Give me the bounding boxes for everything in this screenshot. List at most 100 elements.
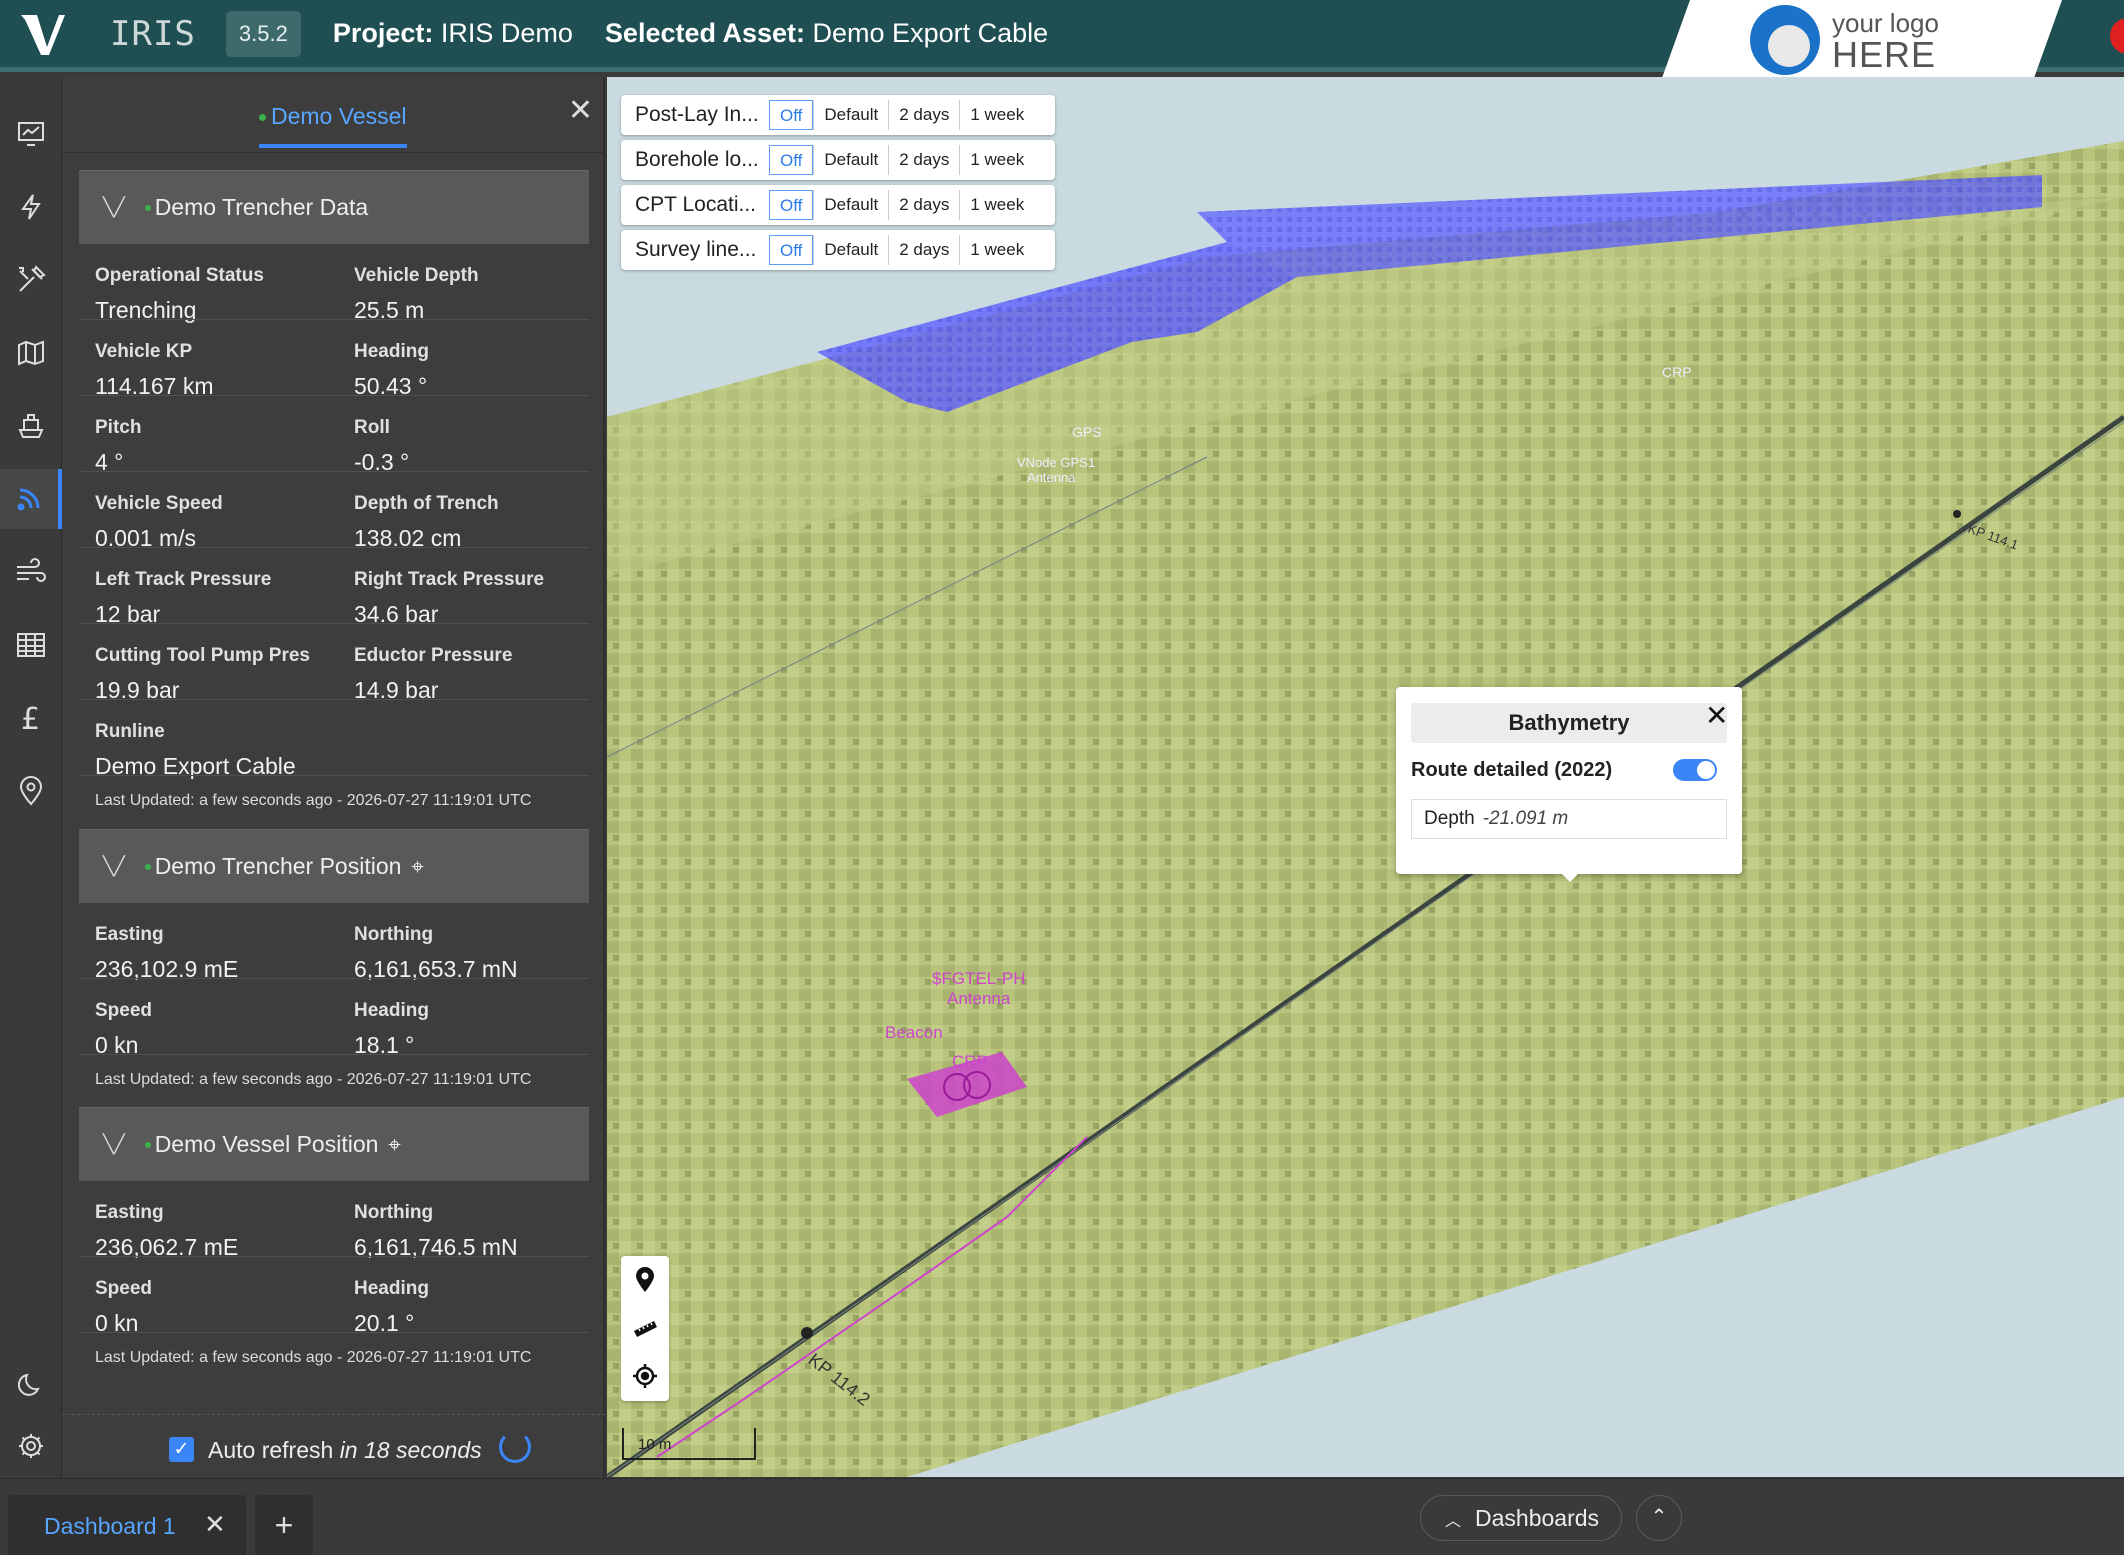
layer-option-default[interactable]: Default xyxy=(813,235,888,265)
table-icon[interactable] xyxy=(0,615,62,675)
layer-toggle[interactable] xyxy=(1673,759,1717,781)
field-label: Northing xyxy=(354,1202,434,1223)
locate-icon[interactable] xyxy=(621,1352,669,1400)
brand-logo: your logo HERE xyxy=(1662,0,2062,78)
field-label: Roll xyxy=(354,417,390,438)
layer-option-2-days[interactable]: 2 days xyxy=(888,235,959,265)
popup-layer-name: Route detailed (2022) xyxy=(1411,759,1613,781)
refresh-icon[interactable] xyxy=(499,1431,531,1463)
double-chevron-up-icon[interactable]: ⌃ xyxy=(1636,1495,1682,1541)
field-right-track-pressure: Right Track Pressure 34.6 bar xyxy=(354,569,604,628)
brand-logo-icon xyxy=(1750,5,1820,75)
layer-option-1-week[interactable]: 1 week xyxy=(959,235,1034,265)
layer-control-post-lay: Post-Lay In... Off Default 2 days 1 week xyxy=(621,95,1055,135)
map-icon[interactable] xyxy=(0,323,62,383)
version-badge: 3.5.2 xyxy=(225,10,301,57)
field-label: Vehicle Depth xyxy=(354,265,479,286)
layer-option-off[interactable]: Off xyxy=(769,190,814,220)
add-tab-button[interactable]: + xyxy=(255,1495,313,1555)
auto-refresh-countdown: in 18 seconds xyxy=(339,1437,482,1463)
map-pin-icon[interactable] xyxy=(621,1256,669,1304)
field-cutting-tool-pump-pressure: Cutting Tool Pump Pres 19.9 bar xyxy=(95,645,345,704)
layer-option-off[interactable]: Off xyxy=(769,235,814,265)
last-updated: Last Updated: a few seconds ago - 2026-0… xyxy=(95,1349,532,1366)
divider xyxy=(79,1256,589,1257)
project-title: Project: IRIS Demo xyxy=(333,18,573,49)
auto-refresh: ✓ Auto refresh in 18 seconds xyxy=(62,1414,605,1482)
depth-row: Depth -21.091 m xyxy=(1411,799,1727,839)
layer-option-1-week[interactable]: 1 week xyxy=(959,100,1034,130)
status-dot xyxy=(144,204,151,211)
ruler-icon[interactable] xyxy=(621,1304,669,1352)
crosshair-icon[interactable]: ⌖ xyxy=(411,854,423,880)
field-label: Speed xyxy=(95,1278,153,1299)
popup-pointer xyxy=(1560,872,1580,882)
field-label: Operational Status xyxy=(95,265,264,286)
close-icon[interactable]: ✕ xyxy=(568,93,593,128)
close-icon[interactable]: ✕ xyxy=(204,1509,226,1540)
layer-control-survey-line: Survey line... Off Default 2 days 1 week xyxy=(621,230,1055,270)
layer-option-off[interactable]: Off xyxy=(769,145,814,175)
tools-icon[interactable] xyxy=(0,250,62,310)
ship-icon[interactable] xyxy=(0,396,62,456)
location-pin-icon[interactable] xyxy=(0,761,62,821)
layer-option-2-days[interactable]: 2 days xyxy=(888,190,959,220)
field-operational-status: Operational Status Trenching xyxy=(95,265,345,324)
status-dot xyxy=(144,863,151,870)
field-label: Heading xyxy=(354,1278,429,1299)
tab-demo-vessel[interactable]: Demo Vessel xyxy=(259,103,407,148)
section-title: Demo Trencher Position xyxy=(154,853,402,879)
section-header-vessel-position[interactable]: ╲╱ Demo Vessel Position ⌖ xyxy=(79,1107,589,1181)
crosshair-icon[interactable]: ⌖ xyxy=(388,1132,400,1158)
field-label: Northing xyxy=(354,924,434,945)
divider xyxy=(79,1332,589,1333)
layer-option-1-week[interactable]: 1 week xyxy=(959,190,1034,220)
field-eductor-pressure: Eductor Pressure 14.9 bar xyxy=(354,645,604,704)
map-view[interactable]: CRP GPS VNode GPS1 Antenna KP 114.1 $FGT… xyxy=(607,77,2124,1477)
wind-icon[interactable] xyxy=(0,542,62,602)
field-label: Easting xyxy=(95,924,164,945)
asset-label: Selected Asset: xyxy=(604,18,806,48)
layer-option-2-days[interactable]: 2 days xyxy=(888,145,959,175)
app-logo-icon[interactable] xyxy=(14,4,74,64)
layer-option-2-days[interactable]: 2 days xyxy=(888,100,959,130)
status-dot xyxy=(144,1141,151,1148)
dashboards-button[interactable]: ︿ Dashboards xyxy=(1420,1495,1622,1541)
layer-name: CPT Locati... xyxy=(635,193,756,216)
asset-value: Demo Export Cable xyxy=(812,18,1049,48)
chevron-down-icon: ╲╱ xyxy=(103,856,125,876)
close-icon[interactable]: ✕ xyxy=(1705,699,1728,732)
layer-option-default[interactable]: Default xyxy=(813,190,888,220)
dashboard-icon[interactable] xyxy=(0,104,62,164)
layer-option-default[interactable]: Default xyxy=(813,145,888,175)
field-label: Right Track Pressure xyxy=(354,569,545,590)
auto-refresh-checkbox[interactable]: ✓ xyxy=(169,1437,194,1462)
tab-label: Dashboard 1 xyxy=(44,1513,176,1539)
field-label: Vehicle KP xyxy=(95,341,193,362)
section-header-trencher-position[interactable]: ╲╱ Demo Trencher Position ⌖ xyxy=(79,829,589,903)
vnode-label-1: VNode GPS1 xyxy=(1017,455,1095,470)
map-canvas[interactable]: CRP GPS VNode GPS1 Antenna KP 114.1 $FGT… xyxy=(607,77,2124,1477)
lightning-icon[interactable] xyxy=(0,177,62,237)
section-header-trencher-data[interactable]: ╲╱ Demo Trencher Data xyxy=(79,170,589,244)
field-label: Easting xyxy=(95,1202,164,1223)
moon-icon[interactable] xyxy=(0,1355,62,1415)
divider xyxy=(79,471,589,472)
field-label: Depth of Trench xyxy=(354,493,499,514)
feed-icon[interactable] xyxy=(0,469,62,529)
layer-option-default[interactable]: Default xyxy=(813,100,888,130)
layer-option-1-week[interactable]: 1 week xyxy=(959,145,1034,175)
tab-dashboard-1[interactable]: Dashboard 1 ✕ xyxy=(8,1495,246,1555)
brand-line-2: HERE xyxy=(1832,34,1937,75)
divider xyxy=(79,395,589,396)
field-label: Eductor Pressure xyxy=(354,645,513,666)
pound-icon[interactable]: £ xyxy=(0,688,62,748)
map-tools xyxy=(621,1256,669,1401)
layer-option-off[interactable]: Off xyxy=(769,100,814,130)
panel-tabs: Demo Vessel ✕ xyxy=(62,77,605,153)
crp-top-label: CRP xyxy=(1662,364,1692,380)
gear-icon[interactable] xyxy=(0,1416,62,1476)
depth-label: Depth xyxy=(1424,808,1475,829)
field-vehicle-kp: Vehicle KP 114.167 km xyxy=(95,341,345,400)
divider xyxy=(79,699,589,700)
